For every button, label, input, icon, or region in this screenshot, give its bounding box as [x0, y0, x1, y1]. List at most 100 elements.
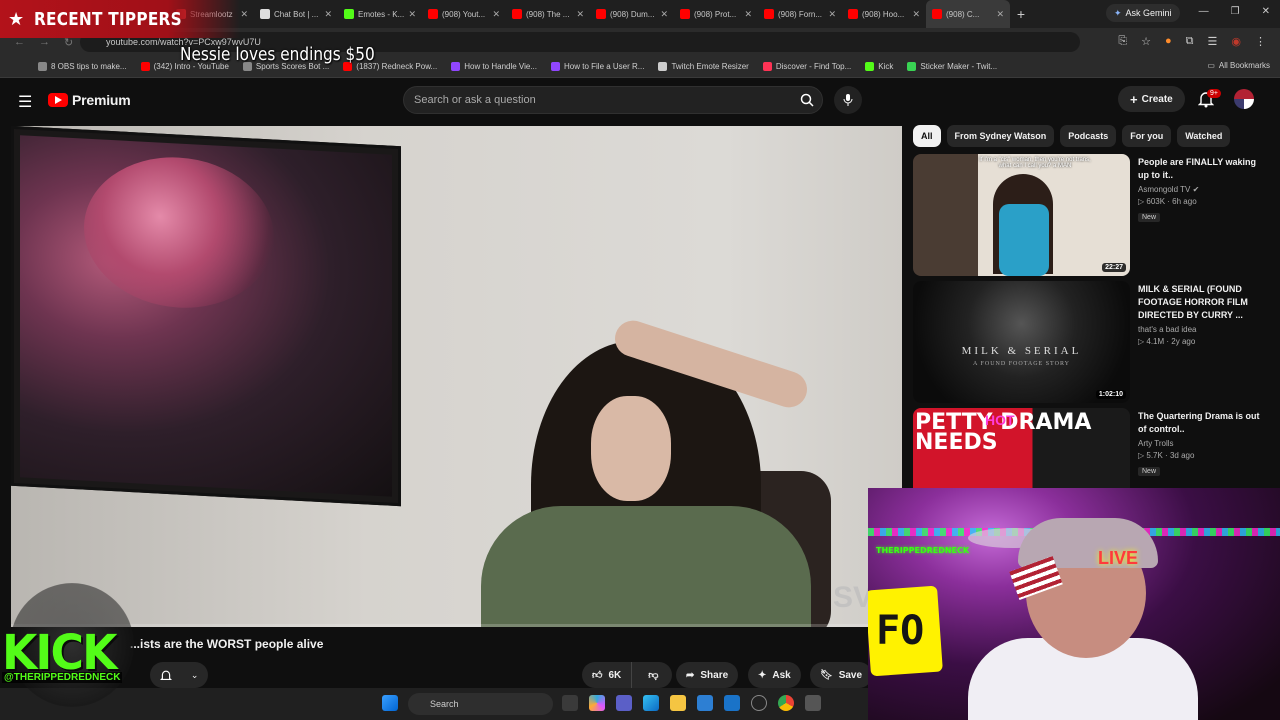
create-button[interactable]: + Create [1118, 86, 1185, 112]
ask-button[interactable]: ✦ Ask [748, 662, 801, 688]
install-icon[interactable]: ⎘ [1118, 35, 1127, 48]
screen: Streamlootz✕Chat Bot | ...✕Emotes - K...… [0, 0, 1280, 720]
bookmark-item[interactable]: How to File a User R... [551, 62, 644, 71]
store-icon[interactable] [697, 695, 713, 711]
bookmark-item[interactable]: 8 OBS tips to make... [38, 62, 127, 71]
channel-name: Asmongold TV ✔ [1138, 185, 1268, 194]
bookmark-item[interactable]: Kick [865, 62, 893, 71]
video-thumbnail[interactable]: MILK & SERIAL A FOUND FOOTAGE STORY 1:02… [913, 281, 1130, 403]
share-button[interactable]: ➦ Share [676, 662, 739, 688]
close-tab-icon[interactable]: ✕ [996, 9, 1004, 20]
youtube-logo[interactable]: Premium [48, 92, 131, 108]
recommended-video[interactable]: If I'm a "cis" woman, then you're not tr… [913, 154, 1273, 276]
ask-gemini-button[interactable]: ✦ Ask Gemini [1106, 4, 1180, 22]
windows-start-icon[interactable] [382, 695, 398, 711]
close-tab-icon[interactable]: ✕ [576, 9, 584, 20]
browser-tab[interactable]: (908) Prot... ✕ [674, 0, 758, 28]
filter-chip[interactable]: For you [1122, 125, 1172, 147]
browser-tab[interactable]: (908) Forn... ✕ [758, 0, 842, 28]
browser-tab[interactable]: (908) The ... ✕ [506, 0, 590, 28]
teams-icon[interactable] [616, 695, 632, 711]
filter-chip[interactable]: Podcasts [1060, 125, 1117, 147]
bookmark-item[interactable]: Twitch Emote Resizer [658, 62, 749, 71]
puzzle-icon[interactable]: ⧉ [1186, 35, 1194, 48]
recommended-video[interactable]: PETTY DRAMA NEEDS HOT The Quartering Dra… [913, 408, 1273, 488]
dislike-button[interactable]: 👎︎ [638, 669, 668, 681]
video-player[interactable]: SV [11, 126, 902, 627]
menu-dots-icon[interactable]: ⋮ [1255, 35, 1266, 48]
media-icon[interactable]: ☰ [1208, 35, 1218, 48]
search-button[interactable] [796, 90, 818, 110]
like-button[interactable]: 👍︎ 6K [582, 662, 633, 688]
folder-icon: ▭ [1207, 61, 1215, 70]
search-input[interactable]: Search or ask a question [403, 86, 823, 114]
bookmark-favicon-icon [451, 62, 461, 71]
youtube-play-icon [48, 93, 68, 107]
browser-tab[interactable]: (908) Hoo... ✕ [842, 0, 926, 28]
share-icon: ➦ [686, 669, 695, 681]
bookmark-star-icon[interactable]: ☆ [1141, 35, 1151, 48]
video-meta: People are FINALLY waking up to it.. Asm… [1138, 154, 1268, 276]
filter-chip[interactable]: All [913, 125, 941, 147]
tab-title: (908) C... [946, 9, 980, 19]
account-avatar[interactable] [1234, 89, 1254, 109]
close-tab-icon[interactable]: ✕ [912, 9, 920, 20]
minimize-icon[interactable]: — [1199, 6, 1209, 17]
copilot-icon[interactable] [589, 695, 605, 711]
voice-search-button[interactable] [834, 86, 862, 114]
tab-title: Chat Bot | ... [274, 9, 319, 19]
tab-title: (908) Forn... [778, 9, 823, 19]
taskbar-search[interactable]: Search [408, 693, 553, 715]
close-tab-icon[interactable]: ✕ [240, 9, 248, 20]
close-tab-icon[interactable]: ✕ [408, 9, 416, 20]
bookmark-item[interactable]: How to Handle Vie... [451, 62, 537, 71]
close-window-icon[interactable]: ✕ [1262, 6, 1270, 17]
search-placeholder: Search or ask a question [414, 94, 536, 106]
file-explorer-icon[interactable] [670, 695, 686, 711]
video-frame-monitor [11, 126, 401, 507]
video-thumbnail[interactable]: PETTY DRAMA NEEDS HOT [913, 408, 1130, 488]
extension-icon[interactable]: ● [1165, 35, 1172, 48]
windows-taskbar: Search [0, 688, 868, 720]
browser-tab[interactable]: Chat Bot | ... ✕ [254, 0, 338, 28]
app-icon[interactable] [805, 695, 821, 711]
browser-tab[interactable]: Emotes - K... ✕ [338, 0, 422, 28]
outlook-icon[interactable] [724, 695, 740, 711]
recommended-video[interactable]: MILK & SERIAL A FOUND FOOTAGE STORY 1:02… [913, 281, 1273, 403]
browser-tabs: Streamlootz✕Chat Bot | ...✕Emotes - K...… [170, 0, 1010, 28]
restore-icon[interactable]: ❐ [1231, 6, 1240, 17]
streamer-webcam-overlay: THERIPPEDREDNECK FO LIVE [868, 488, 1280, 720]
browser-tab[interactable]: (908) Dum... ✕ [590, 0, 674, 28]
browser-tab[interactable]: (908) C... ✕ [926, 0, 1010, 28]
browser-tab[interactable]: (908) Yout... ✕ [422, 0, 506, 28]
menu-icon[interactable]: ☰ [18, 92, 32, 112]
close-tab-icon[interactable]: ✕ [660, 9, 668, 20]
subscription-bell-button[interactable]: ⌄ [150, 662, 208, 688]
close-tab-icon[interactable]: ✕ [324, 9, 332, 20]
video-meta: The Quartering Drama is out of control..… [1138, 408, 1268, 488]
plus-icon: + [1130, 91, 1138, 107]
chrome-icon[interactable] [778, 695, 794, 711]
bookmark-item[interactable]: Sticker Maker - Twit... [907, 62, 997, 71]
video-frame-person-shirt [481, 506, 811, 627]
bookmark-label: How to Handle Vie... [464, 62, 537, 71]
taskbar-start [382, 695, 398, 711]
profile-icon[interactable]: ◉ [1231, 35, 1241, 48]
ask-gemini-label: Ask Gemini [1125, 8, 1172, 18]
tab-title: (908) Dum... [610, 9, 655, 19]
video-title: ...ists are the WORST people alive [130, 637, 324, 651]
close-tab-icon[interactable]: ✕ [828, 9, 836, 20]
new-tab-button[interactable]: + [1010, 6, 1032, 22]
video-thumbnail[interactable]: If I'm a "cis" woman, then you're not tr… [913, 154, 1130, 276]
filter-chip[interactable]: From Sydney Watson [946, 125, 1055, 147]
all-bookmarks-button[interactable]: ▭ All Bookmarks [1207, 61, 1270, 70]
filter-chip[interactable]: Watched [1177, 125, 1231, 147]
task-view-icon[interactable] [562, 695, 578, 711]
save-button[interactable]: 🔖︎ Save [810, 662, 873, 688]
bookmark-item[interactable]: Discover - Find Top... [762, 62, 851, 71]
tab-favicon-icon [932, 9, 942, 19]
close-tab-icon[interactable]: ✕ [744, 9, 752, 20]
edge-icon[interactable] [643, 695, 659, 711]
obs-icon[interactable] [751, 695, 767, 711]
close-tab-icon[interactable]: ✕ [492, 9, 500, 20]
